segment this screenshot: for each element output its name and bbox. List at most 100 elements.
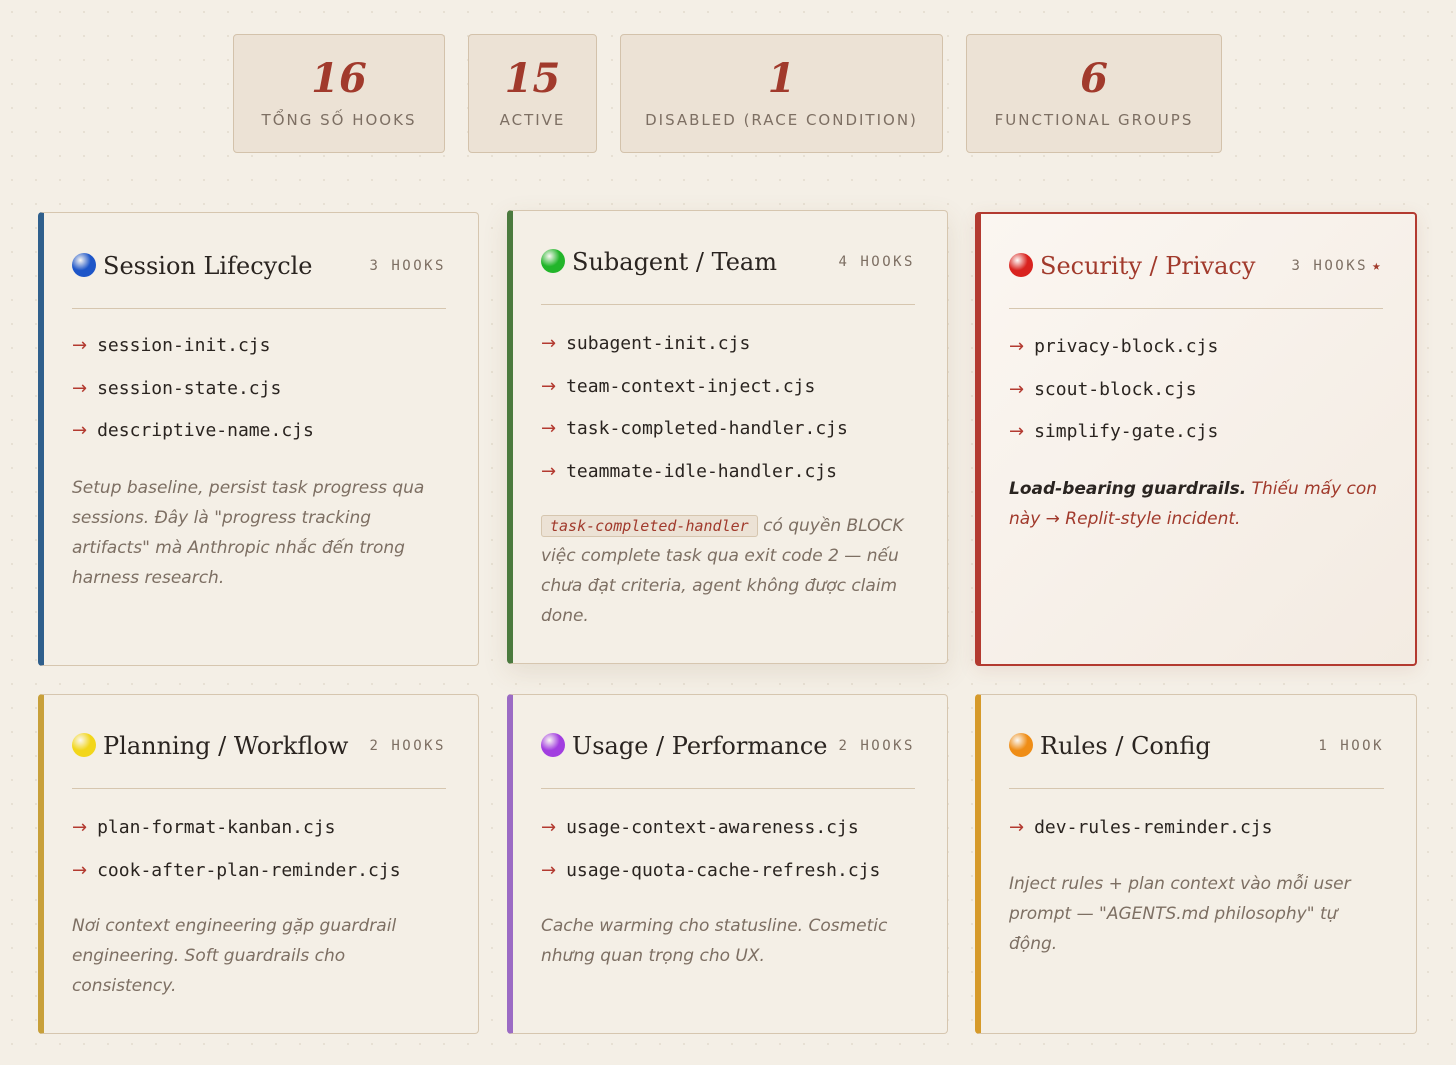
group-card-usage-performance: Usage / Performance 2 hooks → usage-conte… <box>507 694 948 1034</box>
green-circle-icon <box>541 249 565 273</box>
arrow-right-icon: → <box>1009 817 1025 838</box>
hook-file-name: cook-after-plan-reminder.cjs <box>97 859 401 881</box>
hook-count-text: 3 hooks <box>1291 258 1369 274</box>
hook-file-item: → subagent-init.cjs <box>541 333 848 376</box>
stat-label: Functional groups <box>994 111 1194 129</box>
hook-file-name: usage-quota-cache-refresh.cjs <box>566 859 881 881</box>
arrow-right-icon: → <box>72 817 88 838</box>
star-icon: ★ <box>1372 258 1383 274</box>
arrow-right-icon: → <box>541 460 557 482</box>
group-card-session-lifecycle: Session Lifecycle 3 hooks → session-init.… <box>38 212 479 666</box>
stat-functional-groups: 6 Functional groups <box>966 34 1222 153</box>
card-title: Planning / Workflow <box>103 732 349 760</box>
arrow-right-icon: → <box>541 333 557 354</box>
hook-count: 3 hooks <box>369 258 446 274</box>
hook-file-name: team-context-inject.cjs <box>566 375 816 397</box>
arrow-right-icon: → <box>72 335 88 356</box>
hook-file-name: privacy-block.cjs <box>1034 336 1219 357</box>
card-header: Usage / Performance 2 hooks <box>541 727 915 789</box>
card-title: Session Lifecycle <box>103 252 313 280</box>
arrow-right-icon: → <box>72 859 88 881</box>
hook-file-item: → session-init.cjs <box>72 335 314 378</box>
hook-file-list: → dev-rules-reminder.cjs <box>1009 817 1273 860</box>
stat-label: Disabled (race condition) <box>645 111 918 129</box>
stat-label: Active <box>499 111 566 129</box>
hook-file-name: session-init.cjs <box>97 335 271 356</box>
hook-file-item: → usage-quota-cache-refresh.cjs <box>541 860 880 903</box>
card-title: Subagent / Team <box>572 248 777 276</box>
stat-total-hooks: 16 Tổng số hooks <box>233 34 445 153</box>
hook-file-list: → subagent-init.cjs → team-context-inject.… <box>541 333 848 503</box>
stat-number: 1 <box>767 55 796 102</box>
hook-file-name: subagent-init.cjs <box>566 333 751 354</box>
stat-number: 16 <box>311 55 367 102</box>
arrow-right-icon: → <box>541 418 557 439</box>
group-card-subagent-team: Subagent / Team 4 hooks → subagent-init.c… <box>507 210 948 664</box>
hook-file-item: → task-completed-handler.cjs <box>541 418 848 461</box>
hook-file-item: → teammate-idle-handler.cjs <box>541 461 848 504</box>
hook-file-name: descriptive-name.cjs <box>97 420 314 441</box>
hook-file-name: task-completed-handler.cjs <box>566 418 848 439</box>
inline-code: task-completed-handler <box>541 515 758 537</box>
hook-count: 4 hooks <box>838 254 915 270</box>
hook-file-item: → cook-after-plan-reminder.cjs <box>72 860 401 903</box>
card-note: Cache warming cho statusline. Cosmetic n… <box>541 916 888 966</box>
blue-circle-icon <box>72 253 96 277</box>
hook-file-name: dev-rules-reminder.cjs <box>1034 817 1273 838</box>
card-note-emphasis: Load-bearing guardrails. <box>1009 479 1247 499</box>
stat-disabled: 1 Disabled (race condition) <box>620 34 943 153</box>
stat-label: Tổng số hooks <box>261 111 417 129</box>
card-header: Subagent / Team 4 hooks <box>541 243 915 305</box>
card-header: Security / Privacy 3 hooks ★ <box>1009 247 1383 309</box>
stats-row: 16 Tổng số hooks 15 Active 1 Disabled (r… <box>0 0 1456 160</box>
hook-file-item: → simplify-gate.cjs <box>1009 421 1218 464</box>
card-note: task-completed-handler có quyền BLOCK vi… <box>541 511 913 631</box>
hook-file-item: → descriptive-name.cjs <box>72 420 314 463</box>
arrow-right-icon: → <box>1009 421 1025 442</box>
hook-file-item: → session-state.cjs <box>72 378 314 421</box>
card-note: Inject rules + plan context vào mỗi user… <box>1009 874 1351 954</box>
arrow-right-icon: → <box>541 375 557 397</box>
stat-active: 15 Active <box>468 34 597 153</box>
hook-file-list: → privacy-block.cjs → scout-block.cjs → sim… <box>1009 336 1218 464</box>
orange-circle-icon <box>1009 733 1033 757</box>
hook-file-list: → plan-format-kanban.cjs → cook-after-plan… <box>72 817 401 902</box>
hook-file-list: → usage-context-awareness.cjs → usage-quot… <box>541 817 880 902</box>
stat-number: 15 <box>504 55 561 102</box>
red-circle-icon <box>1009 253 1033 277</box>
hook-count: 3 hooks ★ <box>1292 258 1383 274</box>
purple-circle-icon <box>541 733 565 757</box>
card-title: Usage / Performance <box>572 732 828 760</box>
group-card-planning-workflow: Planning / Workflow 2 hooks → plan-format… <box>38 694 479 1034</box>
hook-file-name: simplify-gate.cjs <box>1034 421 1219 442</box>
card-note: Load-bearing guardrails. Thiếu mấy con n… <box>1009 474 1381 534</box>
hook-file-item: → team-context-inject.cjs <box>541 376 848 419</box>
hook-file-name: scout-block.cjs <box>1034 378 1197 400</box>
hook-file-item: → privacy-block.cjs <box>1009 336 1218 379</box>
hook-file-name: teammate-idle-handler.cjs <box>566 460 838 482</box>
hook-file-item: → scout-block.cjs <box>1009 379 1218 422</box>
card-header: Planning / Workflow 2 hooks <box>72 727 446 789</box>
hook-file-item: → usage-context-awareness.cjs <box>541 817 880 860</box>
card-note: Setup baseline, persist task progress qu… <box>72 478 425 588</box>
arrow-right-icon: → <box>541 817 557 838</box>
arrow-right-icon: → <box>72 420 88 441</box>
hook-file-item: → plan-format-kanban.cjs <box>72 817 401 860</box>
card-note: Nơi context engineering gặp guardrail en… <box>72 916 397 996</box>
arrow-right-icon: → <box>1009 378 1025 400</box>
hook-count: 2 hooks <box>838 738 915 754</box>
card-header: Rules / Config 1 hook <box>1009 727 1384 789</box>
hook-count: 2 hooks <box>369 738 446 754</box>
arrow-right-icon: → <box>541 859 557 881</box>
hook-file-list: → session-init.cjs → session-state.cjs → de… <box>72 335 314 463</box>
arrow-right-icon: → <box>1009 336 1025 357</box>
hook-file-name: plan-format-kanban.cjs <box>97 817 336 838</box>
card-title: Security / Privacy <box>1040 252 1256 280</box>
card-header: Session Lifecycle 3 hooks <box>72 247 446 309</box>
hook-file-name: session-state.cjs <box>97 377 282 399</box>
stat-number: 6 <box>1080 55 1108 102</box>
hook-file-name: usage-context-awareness.cjs <box>566 817 859 838</box>
group-card-security-privacy: Security / Privacy 3 hooks ★ → privacy-blo… <box>975 212 1417 666</box>
card-title: Rules / Config <box>1040 732 1211 760</box>
yellow-circle-icon <box>72 733 96 757</box>
